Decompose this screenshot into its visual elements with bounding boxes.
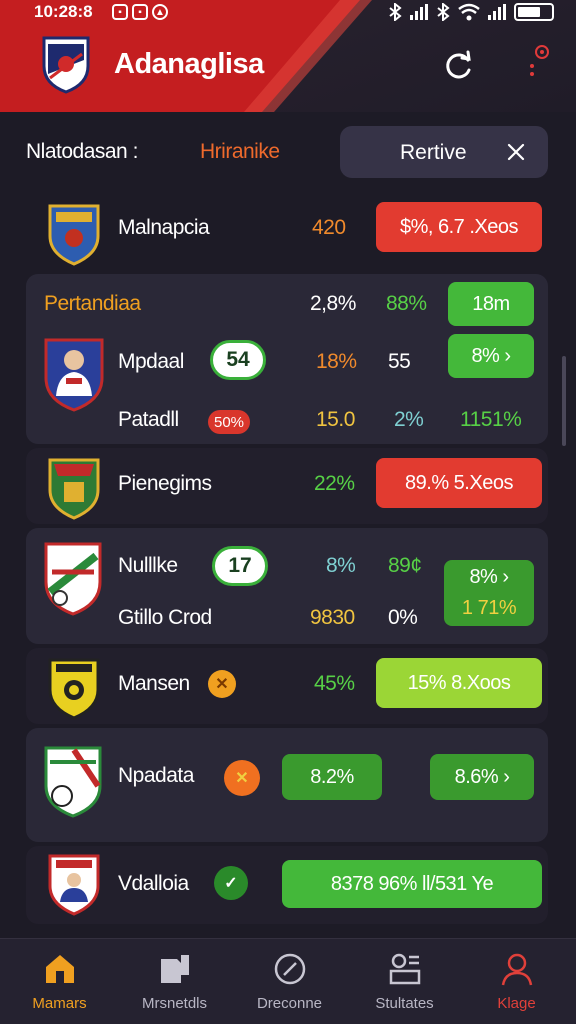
bluetooth-icon bbox=[437, 3, 450, 21]
filter-chip[interactable]: Rertive bbox=[340, 126, 548, 178]
team-crest-icon bbox=[48, 854, 100, 916]
tab-home[interactable]: Mamars bbox=[2, 939, 117, 1024]
list-item[interactable]: Malnapcia 420 $%, 6.7 .Xeos bbox=[26, 190, 548, 270]
team-name: Patadll bbox=[118, 408, 179, 431]
filter-value[interactable]: Hriranike bbox=[200, 140, 280, 164]
bluetooth-icon bbox=[389, 3, 402, 21]
match-value: 55 bbox=[388, 350, 411, 373]
match-list: Malnapcia 420 $%, 6.7 .Xeos Pertandiaa 2… bbox=[0, 190, 576, 936]
status-icon: ✕ bbox=[224, 760, 260, 796]
odds-pill[interactable]: 15% 8.Xoos bbox=[376, 658, 542, 708]
tab-label: Mamars bbox=[32, 995, 87, 1012]
status-icon: ✓ bbox=[214, 866, 248, 900]
battery-icon bbox=[514, 3, 554, 21]
team-name: Gtillo Crod bbox=[118, 606, 212, 629]
team-crest-icon bbox=[44, 746, 102, 818]
section-value: 2,8% bbox=[310, 292, 356, 315]
match-value: 1151% bbox=[460, 408, 522, 431]
team-crest-icon bbox=[48, 458, 100, 520]
team-name: Npadata bbox=[118, 764, 194, 787]
score-badge: 17 bbox=[212, 546, 268, 586]
odds-pill[interactable]: 89.% 5.Xeos bbox=[376, 458, 542, 508]
odds-pill[interactable]: 8.6% › bbox=[430, 754, 534, 800]
tab-stats[interactable]: Stultates bbox=[347, 939, 462, 1024]
list-item[interactable]: Npadata ✕ 8.2% 8.6% › bbox=[26, 728, 548, 842]
scrollbar[interactable] bbox=[562, 356, 566, 446]
status-icon: ✕ bbox=[208, 670, 236, 698]
profile-icon bbox=[501, 953, 533, 986]
match-value: 89¢ bbox=[388, 554, 422, 577]
notification-icon: ▪ bbox=[132, 4, 148, 20]
section-pill[interactable]: 18m bbox=[448, 282, 534, 326]
tab-documents[interactable]: Mrsnetdls bbox=[117, 939, 232, 1024]
percent-badge: 50% bbox=[208, 410, 251, 434]
app-logo-icon bbox=[42, 36, 90, 94]
team-name: Vdalloia bbox=[118, 872, 189, 895]
notification-icon: ▪ bbox=[112, 4, 128, 20]
tab-label: Stultates bbox=[375, 995, 434, 1012]
team-name: Mpdaal bbox=[118, 350, 184, 373]
match-value: 420 bbox=[312, 216, 346, 239]
match-value: 18% bbox=[316, 350, 357, 373]
team-name: Mansen bbox=[118, 672, 190, 695]
score-badge: 54 bbox=[210, 340, 266, 380]
odds-pill-top: 8% › bbox=[469, 566, 509, 588]
team-crest-icon bbox=[48, 658, 100, 720]
match-value: 8% bbox=[326, 554, 356, 577]
home-icon bbox=[46, 955, 74, 983]
list-item[interactable]: Vdalloia ✓ 8378 96% ll/531 Ye bbox=[26, 846, 548, 924]
status-time: 10:28:8 bbox=[34, 2, 93, 21]
match-value: 45% bbox=[314, 672, 355, 695]
stats-icon bbox=[389, 953, 421, 985]
match-value: 2% bbox=[394, 408, 424, 431]
status-bar: 10:28:8 ▪ ▪ ▲ bbox=[0, 0, 576, 28]
team-crest-icon bbox=[44, 542, 102, 616]
close-icon[interactable] bbox=[506, 142, 526, 162]
list-item[interactable]: Mansen ✕ 45% 15% 8.Xoos bbox=[26, 648, 548, 724]
signal-icon bbox=[488, 4, 506, 20]
odds-pill[interactable]: 8% › bbox=[448, 334, 534, 378]
section-value: 88% bbox=[386, 292, 427, 315]
odds-pill[interactable]: 8.2% bbox=[282, 754, 382, 800]
odds-pill[interactable]: 8378 96% ll/531 Ye bbox=[282, 860, 542, 908]
team-crest-icon bbox=[48, 204, 100, 266]
tab-label: Mrsnetdls bbox=[141, 995, 208, 1012]
odds-pill[interactable]: 8% › 1 71% bbox=[444, 560, 534, 626]
section-title: Pertandiaa bbox=[44, 292, 141, 315]
team-name: Nulllke bbox=[118, 554, 178, 577]
match-value: 15.0 bbox=[316, 408, 355, 431]
tab-discover[interactable]: Dreconne bbox=[232, 939, 347, 1024]
filter-label: Nlatodasan : bbox=[26, 140, 138, 163]
notification-icon: ▲ bbox=[152, 4, 168, 20]
signal-icon bbox=[410, 4, 428, 20]
compass-icon bbox=[274, 953, 306, 985]
team-name: Malnapcia bbox=[118, 216, 210, 239]
match-value: 0% bbox=[388, 606, 418, 629]
filter-chip-label: Rertive bbox=[400, 141, 467, 164]
odds-pill-bottom: 1 71% bbox=[461, 597, 517, 619]
bottom-tab-bar: Mamars Mrsnetdls Dreconne Stultates Klag… bbox=[0, 938, 576, 1024]
odds-pill[interactable]: $%, 6.7 .Xeos bbox=[376, 202, 542, 252]
match-group-card: Pertandiaa 2,8% 88% 18m Mpdaal 54 18% 55… bbox=[26, 274, 548, 444]
team-name: Pienegims bbox=[118, 472, 212, 495]
match-value: 22% bbox=[314, 472, 355, 495]
tab-profile[interactable]: Klage bbox=[459, 939, 574, 1024]
wifi-icon bbox=[458, 3, 480, 21]
document-icon bbox=[161, 955, 189, 983]
filter-row: Nlatodasan : Hriranike Rertive bbox=[0, 124, 576, 180]
player-avatar-icon bbox=[44, 338, 104, 412]
app-title: Adanaglisa bbox=[114, 48, 264, 80]
more-icon[interactable] bbox=[524, 40, 556, 80]
match-value: 9830 bbox=[310, 606, 355, 629]
match-group-card: Nulllke 17 8% 89¢ Gtillo Crod 9830 0% 8%… bbox=[26, 528, 548, 644]
tab-label: Klage bbox=[497, 995, 536, 1012]
list-item[interactable]: Pienegims 22% 89.% 5.Xeos bbox=[26, 448, 548, 524]
tab-label: Dreconne bbox=[256, 995, 323, 1012]
refresh-icon[interactable] bbox=[440, 48, 476, 84]
